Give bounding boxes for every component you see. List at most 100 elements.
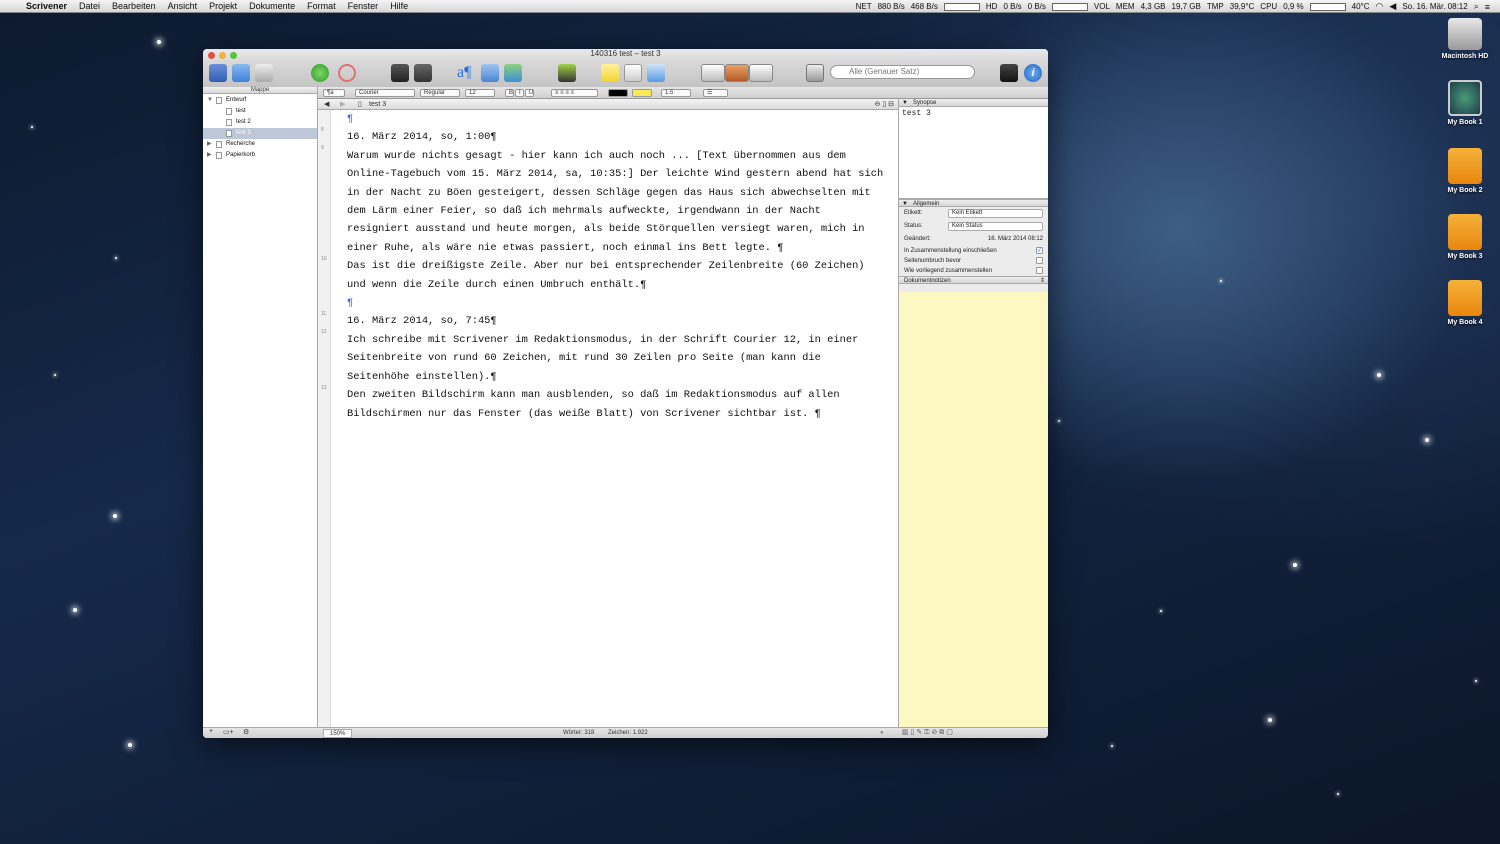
style-popup[interactable]: ¶a — [323, 89, 345, 97]
menu-datei[interactable]: Datei — [73, 1, 106, 11]
split-view-icon[interactable]: ⊖ ▯ ⊟ — [875, 99, 894, 110]
binder-item-test[interactable]: test — [203, 106, 317, 117]
title-bar[interactable]: 140316 test – test 3 — [203, 49, 1048, 61]
desktop-icon-my-book-1[interactable]: My Book 1 — [1430, 80, 1500, 126]
menu-projekt[interactable]: Projekt — [203, 1, 243, 11]
paragraph[interactable]: Das ist die dreißigste Zeile. Aber nur b… — [347, 257, 887, 294]
binder-item-recherche[interactable]: ▶ Recherche — [203, 139, 317, 150]
folder-icon[interactable] — [232, 64, 250, 82]
notification-icon[interactable]: ≡ — [1485, 2, 1490, 12]
font-size-popup[interactable]: 12 — [465, 89, 495, 97]
disclosure-closed-icon[interactable]: ▶ — [207, 150, 212, 161]
delete-icon[interactable] — [338, 64, 356, 82]
paragraph[interactable]: Den zweiten Bildschirm kann man ausblend… — [347, 386, 887, 423]
vol-label[interactable]: VOL — [1094, 2, 1110, 11]
close-button[interactable] — [208, 52, 215, 59]
text-color-button[interactable] — [608, 89, 628, 97]
zoom-popup[interactable]: 150% — [323, 729, 353, 738]
notes-header[interactable]: Dokumentnotizen ⇕ — [899, 276, 1048, 284]
menu-dokumente[interactable]: Dokumente — [243, 1, 301, 11]
paragraph[interactable]: Ich schreibe mit Scrivener im Redaktions… — [347, 331, 887, 386]
hd-label[interactable]: HD — [986, 2, 998, 11]
disclosure-open-icon[interactable]: ▼ — [207, 95, 213, 106]
binder-item-test-2[interactable]: test 2 — [203, 117, 317, 128]
paragraph[interactable]: ¶ — [347, 110, 887, 128]
font-family-popup[interactable]: Courier — [355, 89, 415, 97]
underline-button[interactable]: U — [525, 89, 534, 97]
desktop-icon-my-book-4[interactable]: My Book 4 — [1430, 280, 1500, 326]
add-folder-icon[interactable]: ▭+ — [223, 728, 234, 736]
menu-bearbeiten[interactable]: Bearbeiten — [106, 1, 162, 11]
net-label[interactable]: NET — [856, 2, 872, 11]
volume-icon[interactable]: ◀ — [1389, 1, 1396, 12]
bold-button[interactable]: B — [505, 89, 514, 97]
tmp-label[interactable]: TMP — [1207, 2, 1224, 11]
fullscreen-icon[interactable] — [1000, 64, 1018, 82]
snapshot-icon[interactable] — [624, 64, 642, 82]
back-arrow-icon[interactable]: ◀ — [324, 99, 329, 110]
quick-reference-icon[interactable] — [806, 64, 824, 82]
spotlight-icon[interactable]: ⌕ — [1474, 1, 1479, 12]
notes-icon[interactable] — [601, 64, 619, 82]
binder-item-entwurf[interactable]: ▼ Entwurf — [203, 95, 317, 106]
paragraph[interactable]: 16. März 2014, so, 7:45¶ — [347, 312, 887, 330]
disclosure-open-icon[interactable]: ▼ — [902, 99, 908, 107]
keywords-icon[interactable] — [391, 64, 409, 82]
desktop-icon-my-book-3[interactable]: My Book 3 — [1430, 214, 1500, 260]
comment-icon[interactable] — [647, 64, 665, 82]
binder-item-test-3[interactable]: test 3 — [203, 128, 317, 139]
minimize-button[interactable] — [219, 52, 226, 59]
include-compile-checkbox[interactable]: ✓ — [1036, 247, 1043, 254]
paragraph[interactable]: 16. März 2014, so, 1:00¶ — [347, 128, 887, 146]
chevron-updown-icon[interactable]: ⇕ — [1040, 277, 1045, 285]
mem-label[interactable]: MEM — [1116, 2, 1135, 11]
status-popup[interactable]: Kein Status — [948, 222, 1043, 231]
compile-icon[interactable] — [558, 64, 576, 82]
view-mode-icon[interactable] — [255, 64, 273, 82]
statistics-icon[interactable] — [481, 64, 499, 82]
compile-as-is-checkbox[interactable] — [1036, 267, 1043, 274]
edit-icon[interactable] — [414, 64, 432, 82]
editor[interactable]: ◀ ▶ ▯ test 3 ⊖ ▯ ⊟ 8 9 10 11 12 13 ¶ 16.… — [318, 99, 898, 727]
alignment-buttons[interactable]: ≡ ≡ ≡ ≡ — [551, 89, 598, 97]
modified-field-label[interactable]: Geändert: — [904, 236, 931, 242]
font-style-popup[interactable]: Regular — [420, 89, 460, 97]
menu-format[interactable]: Format — [301, 1, 342, 11]
menu-app[interactable]: Scrivener — [20, 1, 73, 11]
wifi-icon[interactable]: ◠ — [1376, 1, 1384, 12]
format-icon[interactable]: a¶ — [457, 64, 475, 82]
highlight-button[interactable] — [632, 89, 652, 97]
add-icon[interactable] — [311, 64, 329, 82]
binder-item-papierkorb[interactable]: ▶ Papierkorb — [203, 150, 317, 161]
italic-button[interactable]: I — [515, 89, 524, 97]
line-spacing-popup[interactable]: 1.5 — [661, 89, 691, 97]
targets-icon[interactable] — [504, 64, 522, 82]
paragraph[interactable]: ¶ — [347, 294, 887, 312]
add-item-icon[interactable]: + — [209, 728, 213, 735]
menu-fenster[interactable]: Fenster — [342, 1, 385, 11]
notes-field[interactable] — [899, 292, 1048, 727]
list-popup[interactable]: ☰ — [703, 89, 728, 97]
layout-corkboard-icon[interactable] — [725, 64, 749, 82]
binder-toggle-icon[interactable] — [209, 64, 227, 82]
general-header[interactable]: ▼ Allgemein — [899, 199, 1048, 207]
disclosure-closed-icon[interactable]: ▶ — [207, 139, 212, 150]
target-icon[interactable]: ● — [880, 728, 884, 738]
desktop-icon-macintosh-hd[interactable]: Macintosh HD — [1430, 18, 1500, 60]
layout-single-icon[interactable] — [701, 64, 725, 82]
clock[interactable]: So. 16. Mär. 08:12 — [1402, 2, 1467, 11]
synopsis-header[interactable]: ▼ Synopse — [899, 99, 1048, 107]
paragraph[interactable]: Warum wurde nichts gesagt - hier kann ic… — [347, 147, 887, 257]
search-input[interactable]: Alle (Genauer Satz) — [830, 65, 975, 79]
document-text[interactable]: ¶ 16. März 2014, so, 1:00¶ Warum wurde n… — [347, 110, 887, 423]
menu-hilfe[interactable]: Hilfe — [384, 1, 414, 11]
menu-ansicht[interactable]: Ansicht — [162, 1, 204, 11]
layout-outline-icon[interactable] — [749, 64, 773, 82]
desktop-icon-my-book-2[interactable]: My Book 2 — [1430, 148, 1500, 194]
label-popup[interactable]: Kein Etikett — [948, 209, 1043, 218]
page-break-checkbox[interactable] — [1036, 257, 1043, 264]
gear-icon[interactable]: ⚙ — [243, 728, 249, 736]
cpu-label[interactable]: CPU — [1260, 2, 1277, 11]
zoom-button[interactable] — [230, 52, 237, 59]
forward-arrow-icon[interactable]: ▶ — [340, 99, 345, 110]
